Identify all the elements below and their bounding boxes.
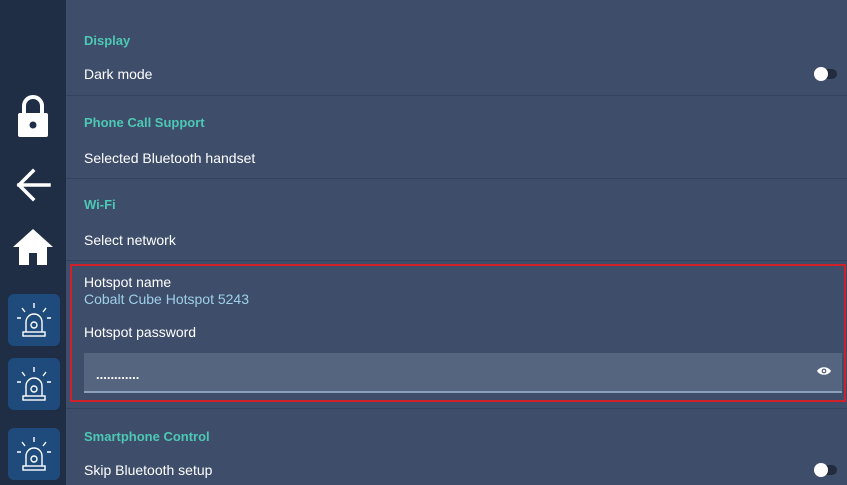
siren-icon bbox=[17, 367, 51, 401]
lock-icon bbox=[18, 95, 48, 137]
lock-button[interactable] bbox=[0, 88, 66, 144]
divider bbox=[66, 178, 847, 179]
phone-call-support-heading: Phone Call Support bbox=[84, 115, 205, 130]
siren-icon bbox=[17, 437, 51, 471]
sidebar bbox=[0, 0, 66, 485]
hotspot-password-field[interactable]: ............ bbox=[84, 353, 842, 393]
hotspot-name-value: Cobalt Cube Hotspot 5243 bbox=[84, 291, 249, 307]
bluetooth-handset-item[interactable]: Selected Bluetooth handset bbox=[84, 150, 255, 166]
divider bbox=[66, 95, 847, 96]
siren-icon bbox=[17, 303, 51, 337]
skip-bluetooth-toggle[interactable] bbox=[814, 463, 837, 477]
settings-panel: Display Dark mode Phone Call Support Sel… bbox=[66, 0, 847, 485]
skip-bluetooth-label: Skip Bluetooth setup bbox=[84, 462, 213, 478]
hotspot-name-label[interactable]: Hotspot name bbox=[84, 274, 171, 290]
dark-mode-toggle[interactable] bbox=[814, 67, 837, 81]
select-network-item[interactable]: Select network bbox=[84, 232, 176, 248]
toggle-knob bbox=[814, 67, 828, 81]
hotspot-password-label: Hotspot password bbox=[84, 324, 197, 340]
toggle-knob bbox=[814, 463, 828, 477]
alert-button-1[interactable] bbox=[8, 294, 60, 346]
back-button[interactable] bbox=[0, 162, 66, 208]
wifi-heading: Wi-Fi bbox=[84, 197, 116, 212]
dark-mode-label: Dark mode bbox=[84, 66, 153, 82]
back-arrow-icon bbox=[16, 168, 51, 202]
home-button[interactable] bbox=[0, 222, 66, 272]
alert-button-3[interactable] bbox=[8, 428, 60, 480]
home-icon bbox=[13, 229, 53, 265]
smartphone-control-heading: Smartphone Control bbox=[84, 429, 210, 444]
hotspot-password-value: ............ bbox=[96, 367, 140, 382]
eye-icon[interactable] bbox=[816, 365, 832, 377]
alert-button-2[interactable] bbox=[8, 358, 60, 410]
divider bbox=[66, 260, 847, 261]
display-heading: Display bbox=[84, 33, 131, 48]
divider bbox=[66, 408, 847, 409]
